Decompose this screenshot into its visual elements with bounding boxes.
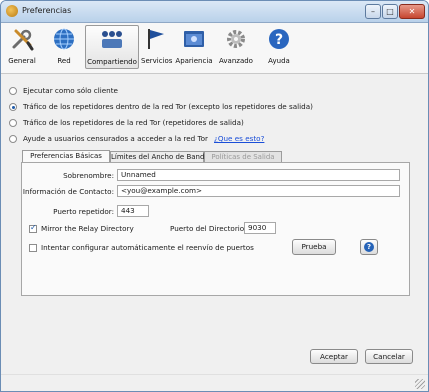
toolbar-general[interactable]: General — [5, 25, 39, 69]
toolbar-general-label: General — [8, 57, 36, 65]
minimize-button[interactable]: – — [365, 4, 381, 19]
toolbar-red-label: Red — [57, 57, 71, 65]
contact-label: Información de Contacto: — [22, 187, 114, 196]
upnp-help-button[interactable]: ? — [360, 239, 378, 255]
toolbar-avanzado[interactable]: Avanzado — [216, 25, 256, 69]
close-button[interactable]: ✕ — [399, 4, 425, 19]
footer-divider — [1, 374, 428, 375]
mirror-directory-checkbox[interactable] — [29, 223, 37, 233]
flag-icon — [148, 29, 164, 49]
toolbar-compartiendo[interactable]: Compartiendo — [85, 25, 139, 69]
bridge-text: Ayude a usuarios censurados a acceder a … — [23, 134, 209, 143]
dir-port-input[interactable]: 9030 — [244, 222, 276, 234]
label-client-only: Ejecutar como sólo cliente — [23, 86, 118, 95]
toolbar-servicios[interactable]: Servicios — [141, 25, 173, 69]
label-exit-traffic: Tráfico de los repetidores de la red Tor… — [23, 118, 244, 127]
preferences-toolbar: General Red Compartiendo Servicios Apari… — [1, 23, 428, 74]
what-is-this-link[interactable]: ¿Que es esto? — [214, 134, 264, 143]
relay-port-input[interactable]: 443 — [117, 205, 149, 217]
radio-client-only[interactable] — [9, 87, 17, 95]
globe-icon — [54, 28, 74, 50]
preferences-window: Preferencias – □ ✕ General Red Compartie… — [0, 0, 429, 392]
svg-text:?: ? — [275, 32, 283, 48]
radio-bridge[interactable] — [9, 135, 17, 143]
help-icon: ? — [364, 242, 374, 252]
toolbar-ayuda[interactable]: ? Ayuda — [264, 25, 294, 69]
radio-exit-traffic[interactable] — [9, 119, 17, 127]
label-bridge: Ayude a usuarios censurados a acceder a … — [23, 134, 264, 143]
maximize-button[interactable]: □ — [382, 4, 398, 19]
vidalia-onion-icon — [6, 5, 18, 17]
title-bar: Preferencias – □ ✕ — [1, 1, 428, 23]
accept-button[interactable]: Aceptar — [310, 349, 358, 364]
basic-settings-panel: Sobrenombre: Unnamed Información de Cont… — [21, 162, 410, 296]
cancel-button[interactable]: Cancelar — [365, 349, 413, 364]
toolbar-apariencia[interactable]: Apariencia — [175, 25, 213, 69]
window-title: Preferencias — [22, 6, 72, 15]
gear-icon — [227, 30, 245, 48]
toolbar-apariencia-label: Apariencia — [175, 57, 213, 65]
contact-input[interactable]: <you@example.com> — [117, 185, 400, 197]
toolbar-red[interactable]: Red — [49, 25, 79, 69]
radio-relay-traffic[interactable] — [9, 103, 17, 111]
upnp-checkbox[interactable] — [29, 244, 37, 252]
resize-grip-icon[interactable] — [415, 379, 425, 389]
relay-port-label: Puerto repetidor: — [53, 207, 114, 216]
label-relay-traffic: Tráfico de los repetidores dentro de la … — [23, 102, 313, 111]
dir-port-label: Puerto del Directorio: — [170, 224, 247, 233]
appearance-window-icon — [184, 31, 204, 47]
share-users-icon — [102, 31, 122, 48]
mirror-directory-label: Mirror the Relay Directory — [41, 224, 134, 233]
nickname-label: Sobrenombre: — [63, 171, 114, 180]
toolbar-avanzado-label: Avanzado — [219, 57, 253, 65]
upnp-label: Intentar configurar automáticamente el r… — [41, 243, 254, 252]
wrench-screwdriver-icon — [12, 29, 34, 51]
toolbar-ayuda-label: Ayuda — [268, 57, 290, 65]
toolbar-servicios-label: Servicios — [141, 57, 173, 65]
help-icon: ? — [269, 29, 289, 49]
toolbar-compartiendo-label: Compartiendo — [87, 58, 137, 66]
nickname-input[interactable]: Unnamed — [117, 169, 400, 181]
test-button[interactable]: Prueba — [292, 239, 336, 255]
